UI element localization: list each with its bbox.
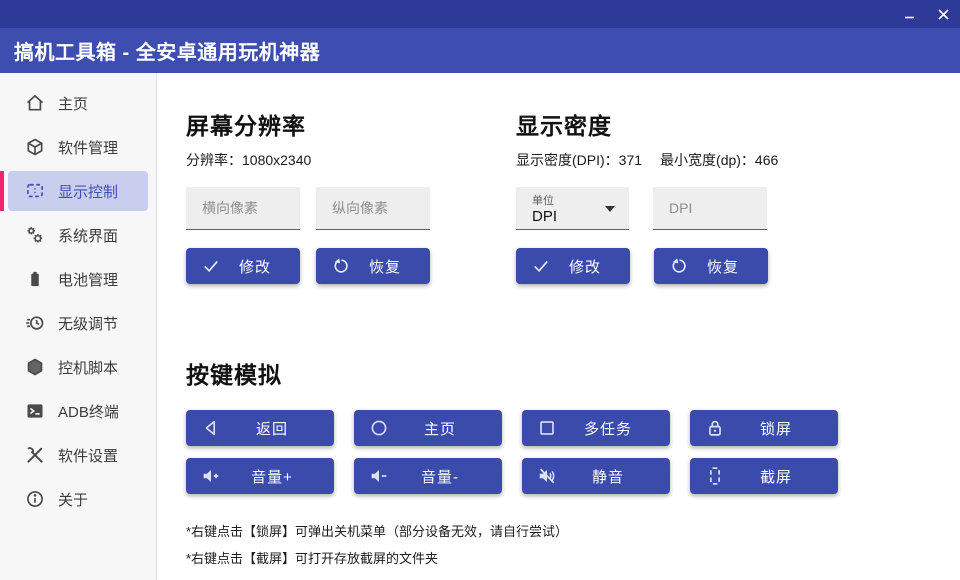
lock-icon [704,417,726,439]
info-icon [25,489,45,509]
home-circle-icon [368,417,390,439]
screenshot-icon [704,465,726,487]
resolution-value: 分辨率：1080x2340 [186,150,311,170]
recents-key-button[interactable]: 多任务 [522,410,670,446]
sidebar-item-system-ui[interactable]: 系统界面 [0,215,156,255]
unit-dropdown-value: DPI [532,208,557,225]
resolution-section: 屏幕分辨率 分辨率：1080x2340 修改 [186,107,516,284]
unit-dropdown[interactable]: 单位 DPI [516,187,629,230]
sidebar-item-label: ADB终端 [58,401,119,422]
recents-icon [536,417,558,439]
sidebar-item-app-manage[interactable]: 软件管理 [0,127,156,167]
check-icon [200,255,222,277]
sidebar-item-adb-terminal[interactable]: ADB终端 [0,391,156,431]
tools-icon [25,445,45,465]
sidebar-item-label: 关于 [58,489,88,510]
close-button[interactable] [926,0,960,28]
lock-screen-key-button[interactable]: 锁屏 [690,410,838,446]
sidebar: 主页 软件管理 显示控制 [0,73,157,580]
sidebar-item-label: 主页 [58,93,88,114]
dpi-input[interactable] [653,187,767,230]
hexagon-icon [25,357,45,377]
close-icon [938,9,949,20]
sidebar-item-label: 显示控制 [58,181,118,202]
sidebar-item-app-settings[interactable]: 软件设置 [0,435,156,475]
app-header: 搞机工具箱 - 全安卓通用玩机神器 [0,28,960,73]
density-heading: 显示密度 [516,107,856,141]
sidebar-item-label: 软件设置 [58,445,118,466]
package-icon [25,137,45,157]
sidebar-item-label: 系统界面 [58,225,118,246]
keysim-heading: 按键模拟 [186,356,960,390]
density-restore-button[interactable]: 恢复 [654,248,768,284]
footnotes: *右键点击【锁屏】可弹出关机菜单（部分设备无效，请自行尝试） *右键点击【截屏】… [186,518,960,572]
restore-icon [330,255,352,277]
check-icon [530,255,552,277]
volume-up-key-button[interactable]: 音量+ [186,458,334,494]
sidebar-item-label: 电池管理 [58,269,118,290]
unit-dropdown-label: 单位 [532,192,554,208]
width-pixels-input[interactable] [186,187,300,230]
density-modify-button[interactable]: 修改 [516,248,630,284]
gears-icon [25,225,45,245]
resolution-modify-button[interactable]: 修改 [186,248,300,284]
display-icon [25,181,45,201]
home-icon [25,93,45,113]
sidebar-item-control-script[interactable]: 控机脚本 [0,347,156,387]
chevron-down-icon [605,206,615,212]
sidebar-item-battery[interactable]: 电池管理 [0,259,156,299]
sidebar-item-label: 无级调节 [58,313,118,334]
home-key-button[interactable]: 主页 [354,410,502,446]
volume-up-icon [200,465,222,487]
app-title: 搞机工具箱 - 全安卓通用玩机神器 [14,36,320,65]
stepless-adjust-icon [25,313,45,333]
sidebar-item-stepless-adjust[interactable]: 无级调节 [0,303,156,343]
restore-icon [668,255,690,277]
sidebar-item-label: 软件管理 [58,137,118,158]
volume-down-icon [368,465,390,487]
lock-screen-note: *右键点击【锁屏】可弹出关机菜单（部分设备无效，请自行尝试） [186,518,960,545]
key-simulation-section: 按键模拟 返回 主页 [186,356,960,572]
sidebar-item-display-control[interactable]: 显示控制 [0,171,156,211]
screenshot-note: *右键点击【截屏】可打开存放截屏的文件夹 [186,545,960,572]
main-content: 屏幕分辨率 分辨率：1080x2340 修改 [157,73,960,580]
screenshot-key-button[interactable]: 截屏 [690,458,838,494]
height-pixels-input[interactable] [316,187,430,230]
sidebar-item-home[interactable]: 主页 [0,83,156,123]
density-min-width-value: 最小宽度(dp)：466 [660,150,778,170]
minimize-button[interactable] [892,0,926,28]
mute-icon [536,465,558,487]
battery-icon [25,269,45,289]
density-section: 显示密度 显示密度(DPI)：371 最小宽度(dp)：466 单位 DPI [516,107,856,284]
volume-down-key-button[interactable]: 音量- [354,458,502,494]
terminal-icon [25,401,45,421]
resolution-restore-button[interactable]: 恢复 [316,248,430,284]
sidebar-item-about[interactable]: 关于 [0,479,156,519]
mute-key-button[interactable]: 静音 [522,458,670,494]
back-icon [200,417,222,439]
back-key-button[interactable]: 返回 [186,410,334,446]
density-dpi-value: 显示密度(DPI)：371 [516,150,642,170]
titlebar [0,0,960,28]
sidebar-item-label: 控机脚本 [58,357,118,378]
resolution-heading: 屏幕分辨率 [186,107,516,141]
minimize-icon [904,9,915,20]
